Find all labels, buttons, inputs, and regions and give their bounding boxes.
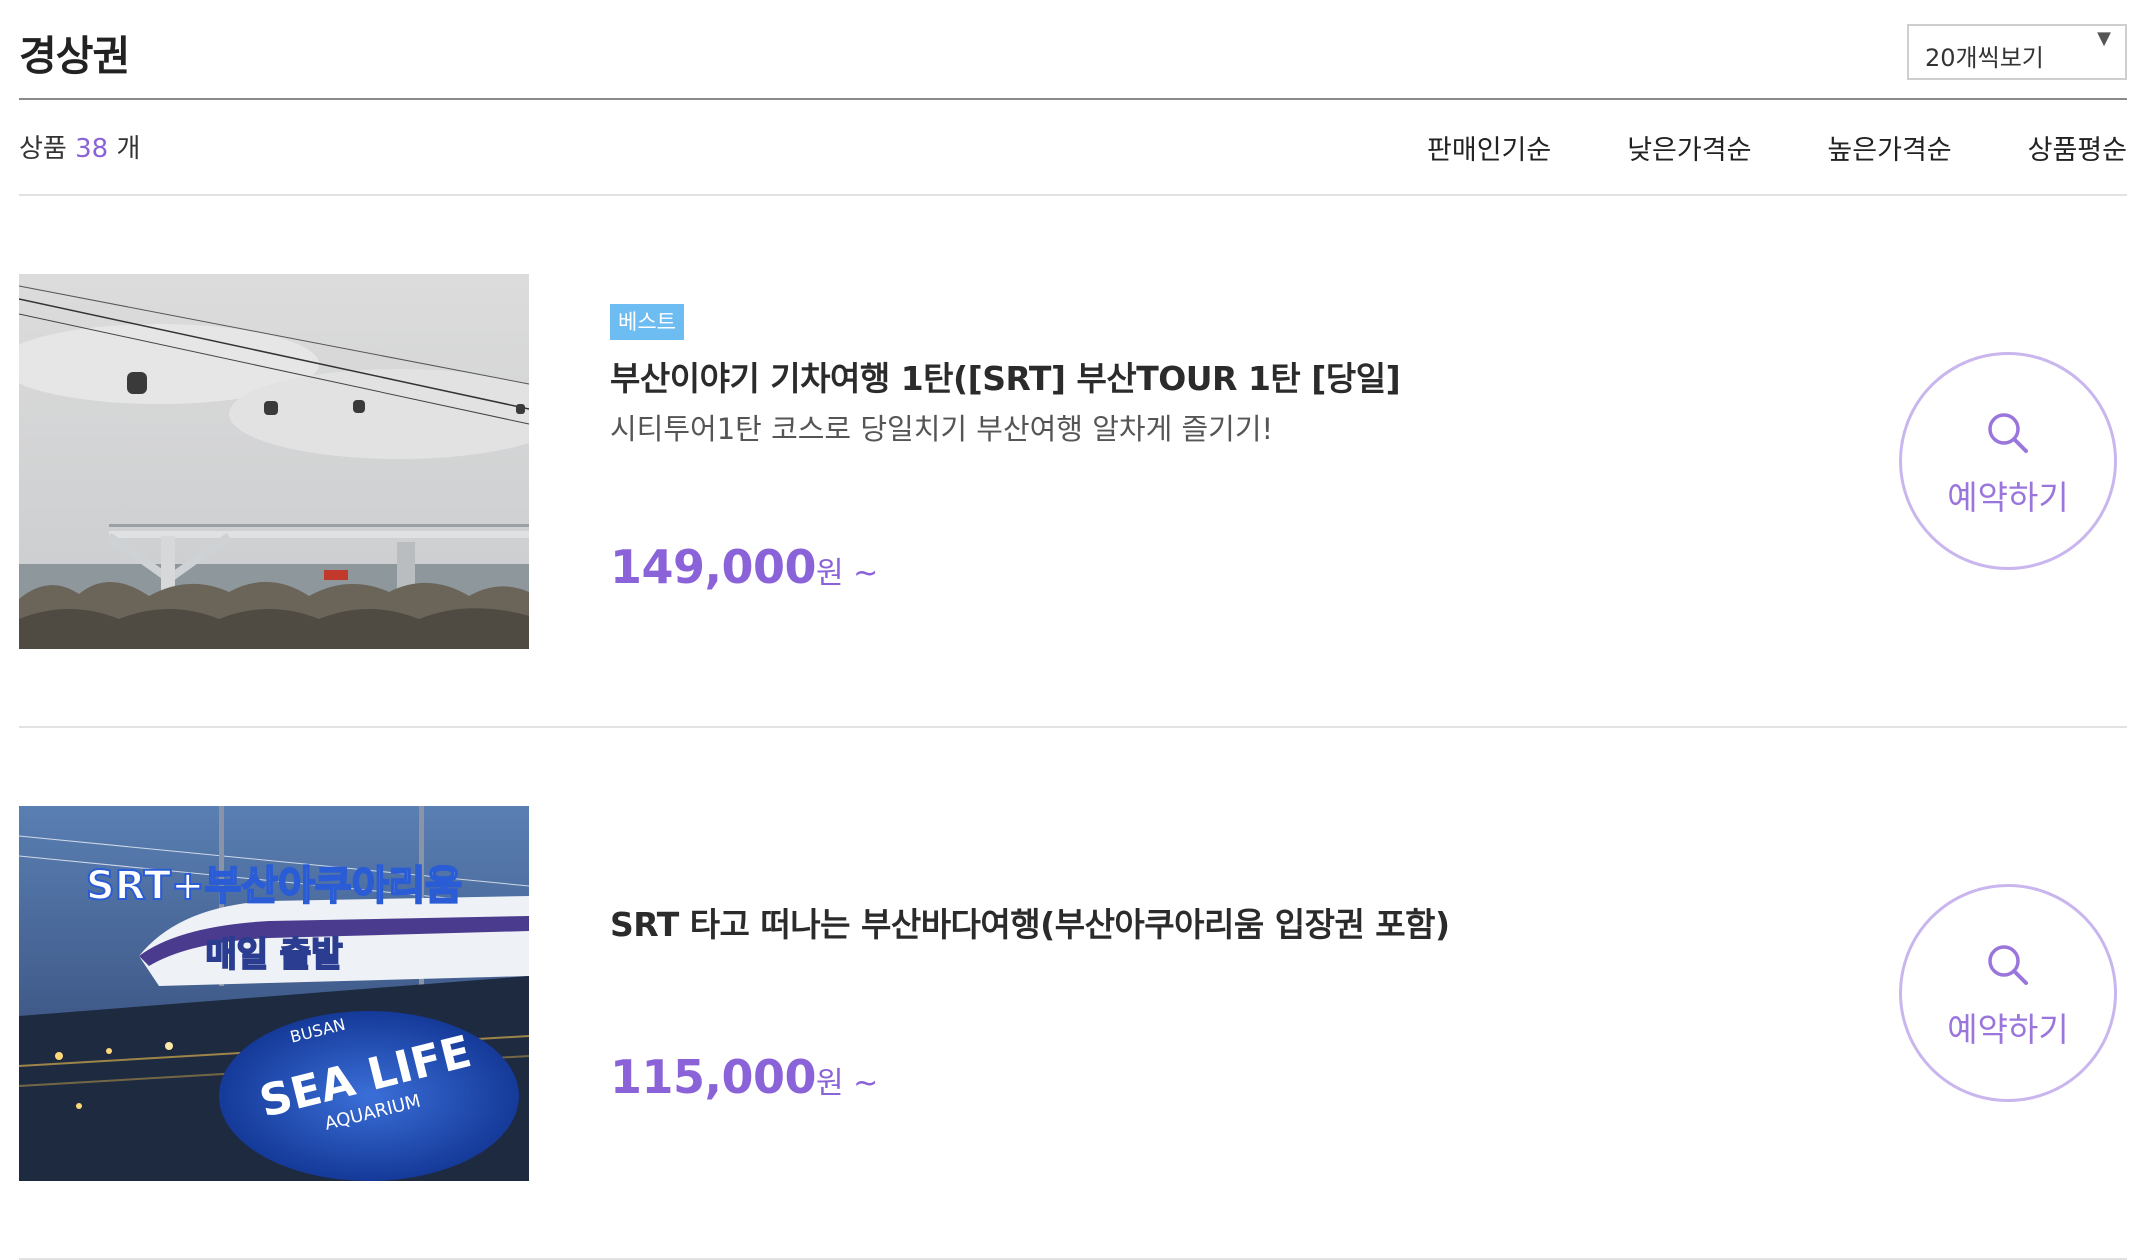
price-unit: 원 ~	[816, 556, 879, 591]
product-name[interactable]: SRT 타고 떠나는 부산바다여행(부산아쿠아리움 입장권 포함)	[610, 898, 1450, 946]
sort-rating[interactable]: 상품평순	[2028, 128, 2127, 167]
product-item: SRT+부산아쿠아리움 매일 출발 BUSAN SEA LIFE AQUARIU…	[19, 728, 2127, 1260]
product-name[interactable]: 부산이야기 기차여행 1탄([SRT] 부산TOUR 1탄 [당일]	[610, 352, 1401, 400]
cable-car-pier-image	[19, 274, 529, 649]
list-toolbar: 상품 38 개 판매인기순 낮은가격순 높은가격순 상품평순	[19, 100, 2127, 196]
dropdown-arrow-icon: ▼	[2097, 28, 2111, 49]
product-image[interactable]: SRT+부산아쿠아리움 매일 출발 BUSAN SEA LIFE AQUARIU…	[19, 806, 529, 1181]
sort-low-price[interactable]: 낮은가격순	[1627, 128, 1751, 167]
product-list-page: 경상권 20개씩보기 ▼ 상품 38 개 판매인기순 낮은가격순 높은가격순 상…	[19, 0, 2127, 1260]
product-price: 115,000원 ~	[610, 1050, 878, 1104]
product-image[interactable]	[19, 274, 529, 649]
per-page-selected: 20개씩보기	[1925, 44, 2044, 72]
image-text-line2: 매일 출발	[206, 935, 343, 975]
sort-popular[interactable]: 판매인기순	[1427, 128, 1551, 167]
best-badge: 베스트	[610, 304, 684, 340]
product-description: 시티투어1탄 코스로 당일치기 부산여행 알차게 즐기기!	[610, 412, 1274, 446]
search-icon	[1988, 945, 2028, 985]
page-header: 경상권 20개씩보기 ▼	[19, 0, 2127, 100]
sort-options: 판매인기순 낮은가격순 높은가격순 상품평순	[1427, 128, 2127, 167]
count-suffix: 개	[116, 134, 141, 164]
reserve-button-label: 예약하기	[1947, 478, 2069, 517]
reserve-button-label: 예약하기	[1947, 1010, 2069, 1049]
reserve-button[interactable]: 예약하기	[1899, 352, 2117, 570]
product-count: 상품 38 개	[19, 128, 140, 165]
image-text-line1: SRT+부산아쿠아리움	[86, 863, 462, 909]
reserve-button[interactable]: 예약하기	[1899, 884, 2117, 1102]
count-prefix: 상품	[19, 134, 67, 164]
sort-high-price[interactable]: 높은가격순	[1827, 128, 1951, 167]
price-unit: 원 ~	[816, 1066, 879, 1101]
product-item: 베스트 부산이야기 기차여행 1탄([SRT] 부산TOUR 1탄 [당일] 시…	[19, 196, 2127, 728]
price-amount: 115,000	[610, 1050, 817, 1104]
price-amount: 149,000	[610, 540, 817, 594]
srt-sealife-promo-image: SRT+부산아쿠아리움 매일 출발 BUSAN SEA LIFE AQUARIU…	[19, 806, 529, 1181]
search-icon	[1988, 413, 2028, 453]
per-page-select[interactable]: 20개씩보기 ▼	[1907, 24, 2127, 80]
page-title: 경상권	[19, 32, 130, 80]
product-price: 149,000원 ~	[610, 540, 878, 594]
count-value: 38	[75, 134, 109, 164]
